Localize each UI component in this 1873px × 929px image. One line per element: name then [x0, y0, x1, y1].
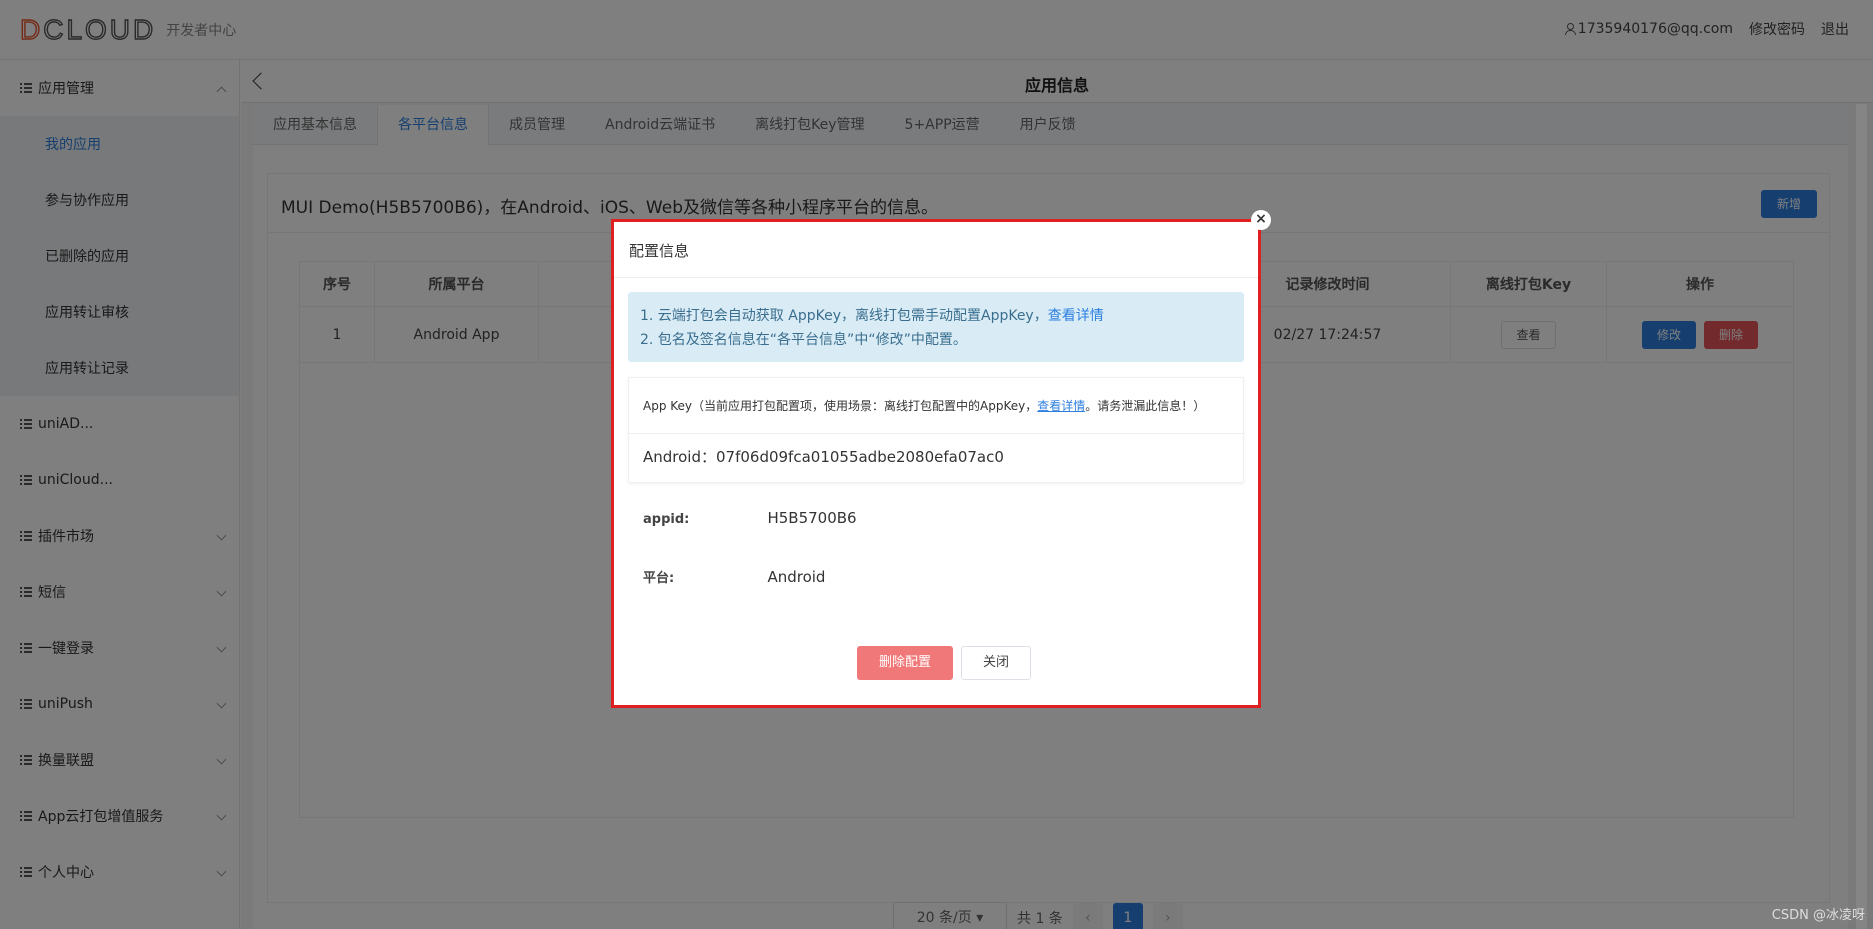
page-scrollbar[interactable]: [1856, 104, 1867, 929]
platform-value: Android: [767, 568, 826, 586]
app-key-warning: 。请务泄漏此信息！）: [1085, 399, 1206, 413]
watermark: CSDN @冰凌呀: [1771, 908, 1865, 923]
info-alert: 1. 云端打包会自动获取 AppKey，离线打包需手动配置AppKey，查看详情…: [628, 292, 1244, 362]
dialog-title: 配置信息: [629, 242, 690, 260]
app-key-header: App Key（当前应用打包配置项，使用场景：离线打包配置中的AppKey，查看…: [629, 378, 1243, 434]
divider: [614, 277, 1258, 278]
alert-text: 1. 云端打包会自动获取 AppKey，离线打包需手动配置AppKey，: [640, 308, 1048, 324]
app-key-value: Android：07f06d09fca01055adbe2080efa07ac0: [643, 448, 1004, 466]
alert-line-2: 2. 包名及签名信息在“各平台信息”中“修改”中配置。: [640, 332, 967, 348]
app-key-details-link[interactable]: 查看详情: [1037, 399, 1085, 413]
app-key-header-text: App Key（当前应用打包配置项，使用场景：离线打包配置中的AppKey，: [643, 399, 1038, 413]
delete-config-button[interactable]: 删除配置: [857, 646, 953, 680]
config-info-dialog: 配置信息 1. 云端打包会自动获取 AppKey，离线打包需手动配置AppKey…: [611, 219, 1261, 708]
close-button[interactable]: 关闭: [961, 646, 1031, 680]
appid-label: appid:: [643, 512, 690, 527]
view-details-link[interactable]: 查看详情: [1048, 308, 1104, 324]
app-key-box: App Key（当前应用打包配置项，使用场景：离线打包配置中的AppKey，查看…: [628, 377, 1244, 483]
appid-value: H5B5700B6: [767, 509, 857, 527]
platform-label: 平台:: [643, 571, 675, 586]
alert-line-1: 1. 云端打包会自动获取 AppKey，离线打包需手动配置AppKey，查看详情: [640, 304, 1232, 328]
platform-row: 平台: Android: [643, 567, 825, 586]
appid-row: appid: H5B5700B6: [643, 509, 857, 527]
close-icon[interactable]: ×: [1251, 210, 1271, 230]
